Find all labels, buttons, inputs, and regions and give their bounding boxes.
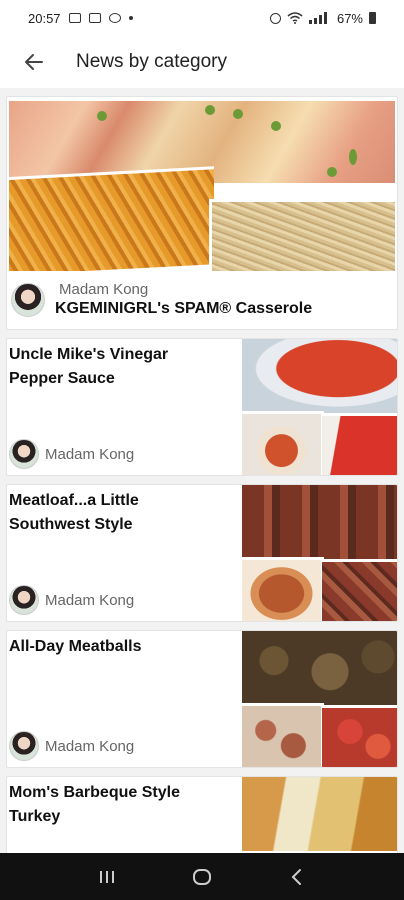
app-bar: News by category xyxy=(0,36,404,88)
recipe-title[interactable]: Meatloaf...a Little Southwest Style xyxy=(9,489,205,537)
casserole-photo-left xyxy=(9,166,214,271)
battery-percent: 67% xyxy=(336,10,363,26)
status-left: 20:57 xyxy=(28,11,133,26)
recipe-author[interactable]: Madam Kong xyxy=(45,592,134,609)
featured-author[interactable]: Madam Kong xyxy=(59,281,148,298)
recipe-author-row: Madam Kong xyxy=(9,731,134,761)
author-avatar[interactable] xyxy=(11,283,45,317)
back-button[interactable] xyxy=(14,42,54,82)
recipe-card[interactable]: Meatloaf...a Little Southwest Style Mada… xyxy=(6,484,398,622)
author-avatar[interactable] xyxy=(9,439,39,469)
system-nav-bar xyxy=(0,853,404,900)
system-back-button[interactable] xyxy=(277,857,317,897)
featured-recipe-card[interactable]: Madam Kong KGEMINIGRL's SPAM® Casserole xyxy=(6,96,398,330)
alarm-icon xyxy=(269,12,281,24)
author-avatar[interactable] xyxy=(9,731,39,761)
status-time: 20:57 xyxy=(28,10,61,26)
recipe-author-row: Madam Kong xyxy=(9,585,134,615)
news-feed[interactable]: Madam Kong KGEMINIGRL's SPAM® Casserole … xyxy=(0,88,404,853)
featured-title[interactable]: KGEMINIGRL's SPAM® Casserole xyxy=(55,300,312,318)
recent-apps-button[interactable] xyxy=(87,857,127,897)
recipe-thumbnail xyxy=(242,777,397,853)
back-icon xyxy=(291,868,301,885)
recent-apps-icon xyxy=(100,870,115,883)
arrow-left-icon xyxy=(25,54,43,70)
recipe-card[interactable]: Mom's Barbeque Style Turkey xyxy=(6,776,398,853)
app-notification-icon xyxy=(108,13,121,23)
home-button[interactable] xyxy=(182,857,222,897)
recipe-card[interactable]: Uncle Mike's Vinegar Pepper Sauce Madam … xyxy=(6,338,398,476)
recipe-thumbnail xyxy=(242,631,397,767)
image-notification-icon xyxy=(68,13,81,23)
featured-recipe-meta: Madam Kong KGEMINIGRL's SPAM® Casserole xyxy=(7,277,397,329)
recipe-title[interactable]: All-Day Meatballs xyxy=(9,635,205,659)
recipe-author[interactable]: Madam Kong xyxy=(45,446,134,463)
recipe-thumbnail xyxy=(242,485,397,621)
more-notifications-icon xyxy=(128,16,133,20)
author-avatar[interactable] xyxy=(9,585,39,615)
recipe-card[interactable]: All-Day Meatballs Madam Kong xyxy=(6,630,398,768)
recipe-thumbnail xyxy=(242,339,397,475)
casserole-photo-right xyxy=(209,199,395,271)
recipe-title[interactable]: Mom's Barbeque Style Turkey xyxy=(9,781,205,829)
monitor-notification-icon xyxy=(88,13,101,23)
wifi-icon xyxy=(287,12,303,24)
recipe-author[interactable]: Madam Kong xyxy=(45,738,134,755)
battery-icon xyxy=(369,12,376,24)
home-icon xyxy=(192,868,211,885)
recipe-author-row: Madam Kong xyxy=(9,439,134,469)
signal-icon xyxy=(308,12,327,24)
recipe-title[interactable]: Uncle Mike's Vinegar Pepper Sauce xyxy=(9,343,205,391)
page-title: News by category xyxy=(76,51,228,72)
status-bar: 20:57 67% xyxy=(0,0,404,36)
featured-recipe-image xyxy=(9,101,395,271)
status-right: 67% xyxy=(269,10,376,26)
